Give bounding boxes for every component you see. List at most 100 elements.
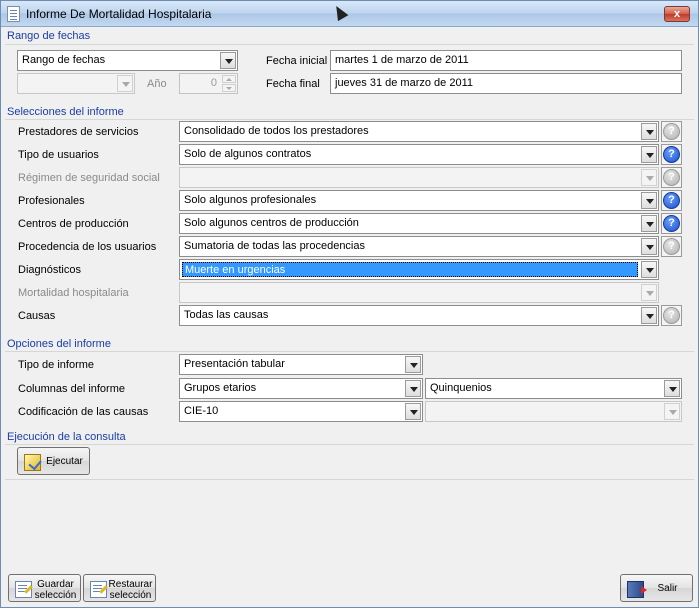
selection-combo[interactable]: Solo de algunos contratos	[179, 144, 659, 165]
columns-value: Grupos etarios	[184, 382, 257, 394]
chevron-down-icon[interactable]	[664, 380, 680, 397]
divider	[5, 444, 694, 445]
selection-combo[interactable]: Muerte en urgencias	[179, 259, 659, 280]
columns-sub-combo[interactable]: Quinquenios	[425, 378, 682, 399]
chevron-down-icon[interactable]	[117, 75, 133, 92]
save-selection-button[interactable]: Guardar selección	[8, 574, 81, 602]
chevron-down-icon[interactable]	[641, 123, 657, 140]
year-value: 0	[210, 77, 217, 89]
columns-label: Columnas del informe	[18, 383, 125, 395]
selection-label: Profesionales	[18, 195, 85, 207]
range-type-combo[interactable]: Rango de fechas	[17, 50, 238, 71]
year-stepper[interactable]: 0	[179, 73, 238, 94]
exit-button[interactable]: Salir	[620, 574, 693, 602]
chevron-down-icon[interactable]	[405, 356, 421, 373]
help-button[interactable]: ?	[661, 213, 682, 234]
start-date-field[interactable]: martes 1 de marzo de 2011	[330, 50, 682, 71]
spin-down-icon[interactable]	[222, 84, 236, 92]
selection-combo[interactable]: Todas las causas	[179, 305, 659, 326]
chevron-down-icon[interactable]	[641, 169, 657, 186]
help-button[interactable]: ?	[661, 190, 682, 211]
selection-label: Causas	[18, 310, 56, 322]
chevron-down-icon[interactable]	[641, 284, 657, 301]
selection-combo[interactable]: Consolidado de todos los prestadores	[179, 121, 659, 142]
divider	[5, 44, 694, 45]
selection-label: Mortalidad hospitalaria	[18, 287, 129, 299]
restore-selection-button[interactable]: Restaurar selección	[83, 574, 156, 602]
selection-combo[interactable]	[179, 167, 659, 188]
section-title-rango: Rango de fechas	[7, 30, 91, 42]
selection-value: Todas las causas	[184, 309, 269, 321]
end-date-label: Fecha final	[266, 78, 320, 90]
coding-combo[interactable]: CIE-10	[179, 401, 423, 422]
run-button[interactable]: Ejecutar	[17, 447, 90, 475]
question-mark-icon: ?	[663, 123, 680, 140]
selection-value: Solo algunos profesionales	[184, 194, 317, 206]
selection-label: Procedencia de los usuarios	[18, 241, 157, 253]
selection-combo[interactable]: Sumatoria de todas las procedencias	[179, 236, 659, 257]
help-button[interactable]: ?	[661, 167, 682, 188]
selection-value: Solo de algunos contratos	[184, 148, 312, 160]
help-button[interactable]: ?	[661, 305, 682, 326]
chevron-down-icon[interactable]	[641, 215, 657, 232]
selection-combo[interactable]	[179, 282, 659, 303]
coding-value: CIE-10	[184, 405, 219, 417]
chevron-down-icon[interactable]	[220, 52, 236, 69]
selection-value: Muerte en urgencias	[182, 262, 638, 277]
exit-button-label: Salir	[657, 583, 678, 594]
chevron-down-icon[interactable]	[664, 403, 680, 420]
selection-label: Tipo de usuarios	[18, 149, 99, 161]
chevron-down-icon[interactable]	[405, 403, 421, 420]
report-window: Informe De Mortalidad Hospitalaria x Ran…	[0, 0, 699, 608]
chevron-down-icon[interactable]	[641, 307, 657, 324]
report-type-label: Tipo de informe	[18, 359, 95, 371]
document-icon	[7, 6, 20, 22]
chevron-down-icon[interactable]	[405, 380, 421, 397]
selection-label: Centros de producción	[18, 218, 129, 230]
selection-label: Prestadores de servicios	[18, 126, 139, 138]
help-button[interactable]: ?	[661, 121, 682, 142]
divider	[5, 351, 694, 352]
selection-value: Solo algunos centros de producción	[184, 217, 359, 229]
range-type-value: Rango de fechas	[22, 54, 106, 66]
start-date-label: Fecha inicial	[266, 55, 328, 67]
chevron-down-icon[interactable]	[641, 146, 657, 163]
divider	[5, 479, 694, 480]
help-button[interactable]: ?	[661, 236, 682, 257]
selection-combo[interactable]: Solo algunos centros de producción	[179, 213, 659, 234]
question-mark-icon: ?	[663, 215, 680, 232]
section-title-selecciones: Selecciones del informe	[7, 106, 124, 118]
coding-sub-combo[interactable]	[425, 401, 682, 422]
month-combo[interactable]	[17, 73, 135, 94]
notepad-edit-icon	[90, 581, 107, 598]
question-mark-icon: ?	[663, 307, 680, 324]
selection-value: Sumatoria de todas las procedencias	[184, 240, 365, 252]
question-mark-icon: ?	[663, 192, 680, 209]
report-type-value: Presentación tabular	[184, 358, 285, 370]
selection-label: Régimen de seguridad social	[18, 172, 160, 184]
question-mark-icon: ?	[663, 238, 680, 255]
report-type-combo[interactable]: Presentación tabular	[179, 354, 423, 375]
help-button[interactable]: ?	[661, 144, 682, 165]
run-button-label: Ejecutar	[46, 456, 83, 467]
year-label: Año	[147, 78, 167, 90]
chevron-down-icon[interactable]	[641, 238, 657, 255]
close-button[interactable]: x	[664, 6, 690, 22]
end-date-field[interactable]: jueves 31 de marzo de 2011	[330, 73, 682, 94]
mouse-cursor-icon	[331, 3, 349, 22]
run-query-icon	[24, 454, 41, 471]
window-title: Informe De Mortalidad Hospitalaria	[26, 7, 212, 21]
spin-up-icon[interactable]	[222, 75, 236, 83]
question-mark-icon: ?	[663, 146, 680, 163]
selection-label: Diagnósticos	[18, 264, 81, 276]
notepad-edit-icon	[15, 581, 32, 598]
chevron-down-icon[interactable]	[641, 261, 657, 278]
question-mark-icon: ?	[663, 169, 680, 186]
chevron-down-icon[interactable]	[641, 192, 657, 209]
columns-combo[interactable]: Grupos etarios	[179, 378, 423, 399]
divider	[5, 119, 694, 120]
selection-combo[interactable]: Solo algunos profesionales	[179, 190, 659, 211]
selection-value: Consolidado de todos los prestadores	[184, 125, 369, 137]
coding-label: Codificación de las causas	[18, 406, 149, 418]
title-bar[interactable]: Informe De Mortalidad Hospitalaria x	[1, 1, 698, 27]
